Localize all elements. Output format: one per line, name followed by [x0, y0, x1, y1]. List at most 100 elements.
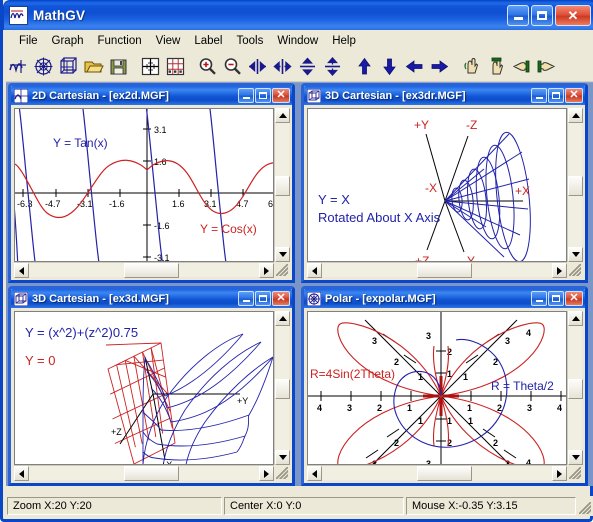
maximize-button[interactable] — [531, 5, 553, 26]
child-maximize-button-polar[interactable] — [548, 291, 564, 306]
child-title-text-3dr: 3D Cartesian - [ex3dr.MGF] — [325, 89, 466, 102]
child-title-bar-3dr[interactable]: 3D Cartesian - [ex3dr.MGF] ✕ — [304, 86, 585, 105]
plot-canvas-3dr[interactable]: +Y -Z -X +X +Z -Y Y = X Rotated About X … — [307, 108, 567, 262]
vertical-scroll-thumb-3dr[interactable] — [568, 176, 583, 196]
horizontal-scrollbar-3dr[interactable] — [307, 262, 567, 278]
child-title-bar-polar[interactable]: Polar - [expolar.MGF] ✕ — [304, 289, 585, 308]
zoom-in-icon[interactable] — [195, 54, 220, 79]
resize-grip-polar[interactable] — [567, 465, 582, 480]
vertical-scroll-thumb-2d[interactable] — [275, 176, 290, 196]
scroll-right-arrow-3d[interactable] — [259, 466, 274, 481]
resize-grip-2d[interactable] — [274, 262, 289, 277]
child-window-3d-cartesian[interactable]: 3D Cartesian - [ex3d.MGF] ✕ +Z +X +Y Y =… — [8, 286, 295, 486]
horizontal-scroll-thumb-3d[interactable] — [124, 466, 179, 481]
horizontal-scrollbar-3d[interactable] — [14, 465, 274, 481]
child-minimize-button-2d[interactable] — [238, 88, 254, 103]
horizontal-scrollbar-2d[interactable] — [14, 262, 274, 278]
grid-lines-icon[interactable] — [163, 54, 188, 79]
app-title: MathGV — [33, 8, 86, 23]
menu-item-function[interactable]: Function — [91, 33, 149, 49]
menu-item-help[interactable]: Help — [325, 33, 363, 49]
minimize-button[interactable] — [507, 5, 529, 26]
scroll-left-arrow-3d[interactable] — [14, 466, 29, 481]
menu-bar: File Graph Function View Label Tools Win… — [6, 30, 593, 52]
save-file-icon[interactable] — [106, 54, 131, 79]
scroll-down-arrow-3d[interactable] — [275, 450, 290, 465]
pan-left-icon[interactable] — [402, 54, 427, 79]
child-maximize-button-3d[interactable] — [255, 291, 271, 306]
horizontal-scroll-thumb-polar[interactable] — [417, 466, 472, 481]
close-button[interactable]: ✕ — [555, 5, 591, 26]
status-resize-grip[interactable] — [577, 496, 593, 516]
vertical-scroll-thumb-3d[interactable] — [275, 379, 290, 399]
new-3d-graph-icon[interactable] — [56, 54, 81, 79]
scroll-down-arrow-3dr[interactable] — [568, 247, 583, 262]
child-close-button-polar[interactable]: ✕ — [565, 291, 583, 306]
plot-canvas-2d[interactable]: -6.3 -4.7 -3.1 -1.6 1.6 3.1 4.7 6. 3.1 1… — [14, 108, 274, 262]
plot-canvas-polar[interactable]: 4 3 2 1 1 2 3 4 3 2 1 1 2 3 3 2 1 2 3 1 … — [307, 311, 567, 465]
main-caption-buttons: ✕ — [507, 5, 591, 26]
resize-grip-3d[interactable] — [274, 465, 289, 480]
child-minimize-button-3dr[interactable] — [531, 88, 547, 103]
scroll-up-arrow-polar[interactable] — [568, 311, 583, 326]
child-window-3d-rotated[interactable]: 3D Cartesian - [ex3dr.MGF] ✕ +Y -Z -X +X… — [301, 83, 588, 283]
vertical-scrollbar-2d[interactable] — [274, 108, 290, 262]
spin-left-hand-icon[interactable] — [509, 54, 534, 79]
menu-item-label[interactable]: Label — [187, 33, 229, 49]
scroll-up-arrow-2d[interactable] — [275, 108, 290, 123]
scroll-up-arrow-3d[interactable] — [275, 311, 290, 326]
child-window-2d-cartesian[interactable]: 2D Cartesian - [ex2d.MGF] ✕ -6.3 -4.7 -3… — [8, 83, 295, 283]
tilt-hand-icon[interactable] — [484, 54, 509, 79]
menu-item-tools[interactable]: Tools — [229, 33, 270, 49]
child-minimize-button-3d[interactable] — [238, 291, 254, 306]
scroll-left-arrow-2d[interactable] — [14, 263, 29, 278]
child-maximize-button-2d[interactable] — [255, 88, 271, 103]
scroll-left-arrow-polar[interactable] — [307, 466, 322, 481]
horizontal-scrollbar-polar[interactable] — [307, 465, 567, 481]
menu-item-graph[interactable]: Graph — [45, 33, 91, 49]
new-polar-graph-icon[interactable] — [31, 54, 56, 79]
rotate-hand-icon[interactable] — [459, 54, 484, 79]
polar-icon — [306, 291, 322, 306]
expand-horizontal-icon[interactable] — [270, 54, 295, 79]
menu-item-window[interactable]: Window — [270, 33, 325, 49]
child-minimize-button-polar[interactable] — [531, 291, 547, 306]
plot-canvas-3d[interactable]: +Z +X +Y Y = (x^2)+(z^2)0.75 Y = 0 — [14, 311, 274, 465]
vertical-scrollbar-polar[interactable] — [567, 311, 583, 465]
menu-item-view[interactable]: View — [149, 33, 188, 49]
menu-item-file[interactable]: File — [12, 33, 45, 49]
spin-right-hand-icon[interactable] — [534, 54, 559, 79]
child-close-button-3dr[interactable]: ✕ — [565, 88, 583, 103]
child-maximize-button-3dr[interactable] — [548, 88, 564, 103]
axis-grid-icon[interactable] — [138, 54, 163, 79]
child-title-text-polar: Polar - [expolar.MGF] — [325, 292, 436, 305]
pan-right-icon[interactable] — [427, 54, 452, 79]
vertical-scroll-thumb-polar[interactable] — [568, 379, 583, 399]
child-title-bar-2d[interactable]: 2D Cartesian - [ex2d.MGF] ✕ — [11, 86, 292, 105]
resize-grip-3dr[interactable] — [567, 262, 582, 277]
3d-cartesian-icon — [306, 88, 322, 103]
child-close-button-3d[interactable]: ✕ — [272, 291, 290, 306]
scroll-left-arrow-3dr[interactable] — [307, 263, 322, 278]
pan-up-icon[interactable] — [352, 54, 377, 79]
pan-down-icon[interactable] — [377, 54, 402, 79]
horizontal-scroll-thumb-2d[interactable] — [124, 263, 179, 278]
scroll-up-arrow-3dr[interactable] — [568, 108, 583, 123]
scroll-right-arrow-3dr[interactable] — [552, 263, 567, 278]
vertical-scrollbar-3d[interactable] — [274, 311, 290, 465]
open-file-icon[interactable] — [81, 54, 106, 79]
compress-vertical-icon[interactable] — [295, 54, 320, 79]
new-2d-graph-icon[interactable] — [6, 54, 31, 79]
child-window-polar[interactable]: Polar - [expolar.MGF] ✕ 4 3 2 1 1 2 3 4 … — [301, 286, 588, 486]
compress-horizontal-icon[interactable] — [245, 54, 270, 79]
scroll-right-arrow-2d[interactable] — [259, 263, 274, 278]
expand-vertical-icon[interactable] — [320, 54, 345, 79]
scroll-down-arrow-2d[interactable] — [275, 247, 290, 262]
vertical-scrollbar-3dr[interactable] — [567, 108, 583, 262]
horizontal-scroll-thumb-3dr[interactable] — [417, 263, 472, 278]
child-title-bar-3d[interactable]: 3D Cartesian - [ex3d.MGF] ✕ — [11, 289, 292, 308]
scroll-down-arrow-polar[interactable] — [568, 450, 583, 465]
scroll-right-arrow-polar[interactable] — [552, 466, 567, 481]
child-close-button-2d[interactable]: ✕ — [272, 88, 290, 103]
zoom-out-icon[interactable] — [220, 54, 245, 79]
